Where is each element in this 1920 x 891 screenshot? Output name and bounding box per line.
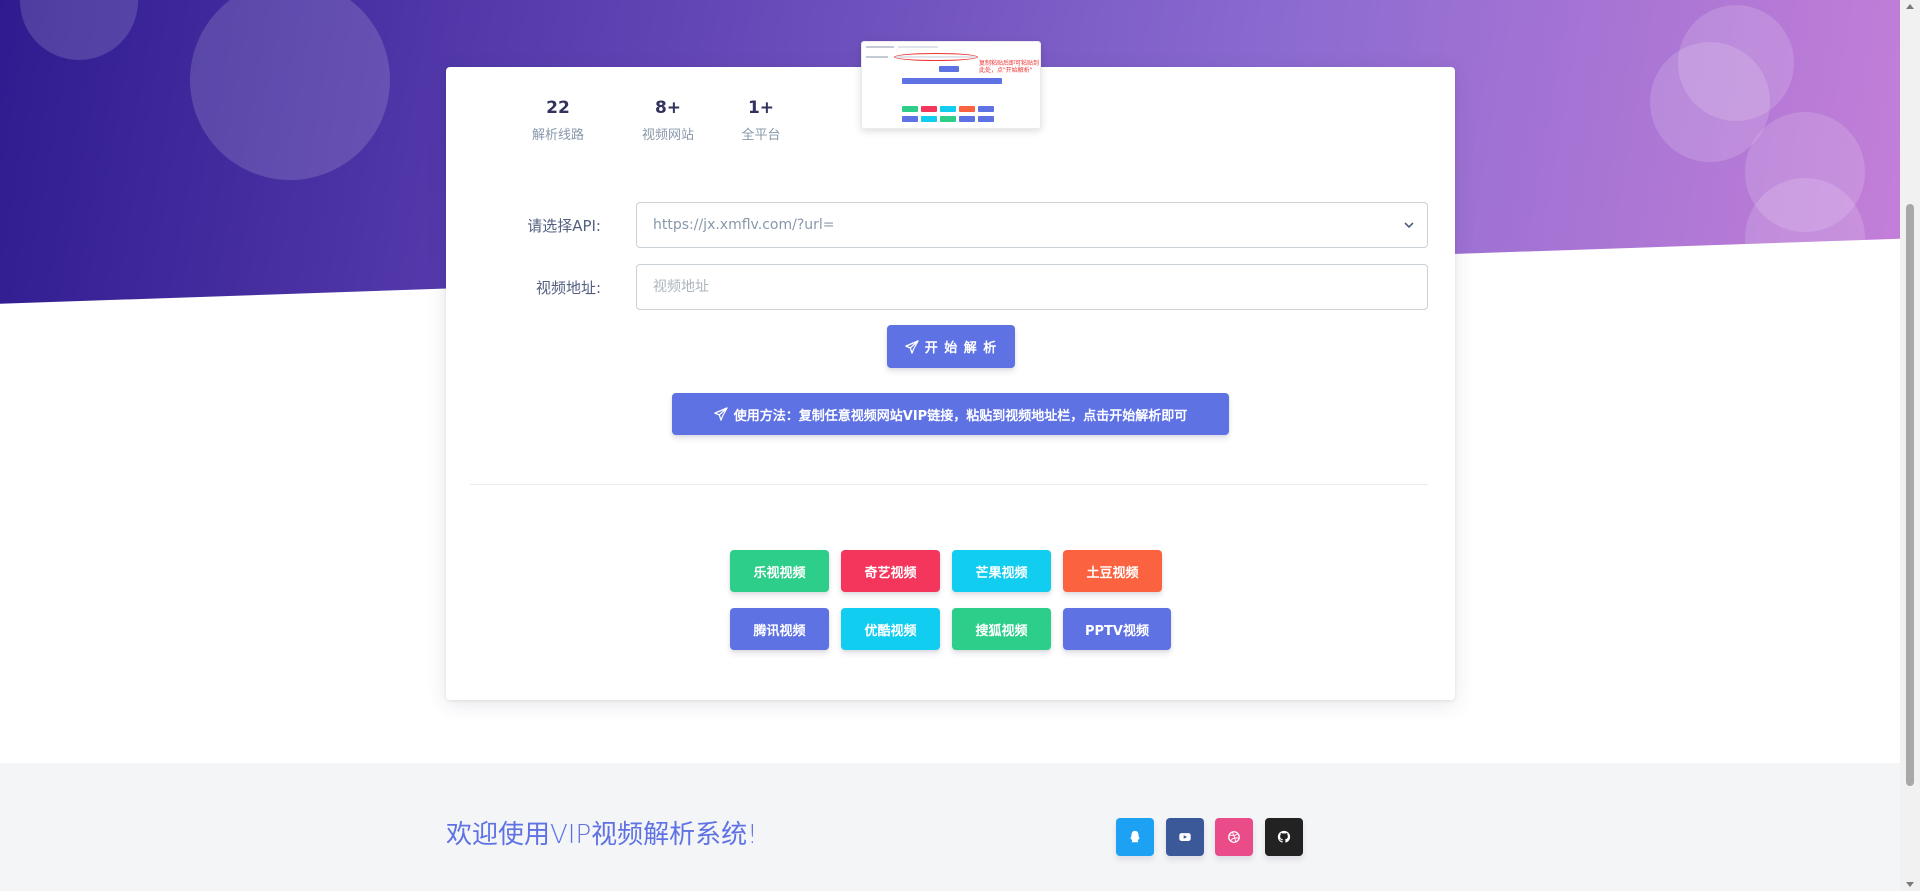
stat-platforms: 1+ 全平台 — [716, 97, 806, 143]
tutorial-note: 复制粘贴后即可粘贴到此处，点"开始解析" — [979, 60, 1040, 74]
site-button-mango[interactable]: 芒果视频 — [952, 550, 1051, 592]
divider — [470, 484, 1428, 485]
stat-lines: 22 解析线路 — [513, 97, 603, 143]
site-button-sohu[interactable]: 搜狐视频 — [952, 608, 1051, 650]
qq-button[interactable] — [1116, 818, 1154, 856]
video-url-input[interactable] — [636, 264, 1428, 310]
paper-plane-icon — [904, 339, 919, 354]
site-button-youku[interactable]: 优酷视频 — [841, 608, 940, 650]
start-parse-button[interactable]: 开 始 解 析 — [887, 325, 1015, 368]
stat-label: 全平台 — [741, 128, 781, 143]
url-label: 视频地址: — [535, 279, 601, 297]
scroll-down-icon[interactable] — [1906, 882, 1914, 887]
stat-value: 1+ — [747, 98, 775, 118]
stat-sites: 8+ 视频网站 — [623, 97, 713, 143]
stat-value: 8+ — [654, 98, 682, 118]
api-select[interactable]: https://jx.xmflv.com/?url= — [636, 202, 1428, 248]
scroll-thumb[interactable] — [1906, 204, 1914, 786]
api-row: 请选择API: https://jx.xmflv.com/?url= — [446, 202, 1455, 248]
decor-bubble — [1678, 5, 1794, 121]
dribbble-icon — [1228, 831, 1240, 843]
page-scrollbar[interactable] — [1900, 0, 1920, 891]
chevron-down-icon — [1404, 222, 1414, 229]
start-parse-label: 开 始 解 析 — [924, 341, 998, 356]
site-button-tudou[interactable]: 土豆视频 — [1063, 550, 1162, 592]
scroll-up-icon[interactable] — [1906, 4, 1914, 9]
site-button-tencent[interactable]: 腾讯视频 — [730, 608, 829, 650]
site-button-pptv[interactable]: PPTV视频 — [1063, 608, 1171, 650]
github-icon — [1277, 830, 1291, 843]
decor-bubble — [1745, 178, 1865, 298]
usage-label: 使用方法：复制任意视频网站VIP链接，粘贴到视频地址栏，点击开始解析即可 — [733, 408, 1188, 424]
stat-label: 解析线路 — [531, 128, 584, 143]
api-label: 请选择API: — [527, 217, 601, 235]
paper-plane-icon — [714, 407, 728, 421]
youtube-icon — [1179, 833, 1191, 841]
decor-bubble — [20, 0, 138, 60]
qq-icon — [1130, 830, 1140, 843]
usage-button[interactable]: 使用方法：复制任意视频网站VIP链接，粘贴到视频地址栏，点击开始解析即可 — [672, 393, 1229, 435]
github-button[interactable] — [1265, 818, 1303, 856]
footer: 欢迎使用VIP视频解析系统! — [0, 763, 1900, 891]
stat-label: 视频网站 — [641, 128, 694, 143]
api-selected-value: https://jx.xmflv.com/?url= — [653, 217, 835, 233]
stat-value: 22 — [546, 98, 570, 118]
dribbble-button[interactable] — [1215, 818, 1253, 856]
youtube-button[interactable] — [1166, 818, 1204, 856]
site-button-letv[interactable]: 乐视视频 — [730, 550, 829, 592]
decor-bubble — [190, 0, 390, 180]
main-card: 22 解析线路 8+ 视频网站 1+ 全平台 请选择API: https://j… — [446, 67, 1455, 700]
site-button-iqiyi[interactable]: 奇艺视频 — [841, 550, 940, 592]
footer-welcome: 欢迎使用VIP视频解析系统! — [446, 820, 758, 850]
url-row: 视频地址: — [446, 264, 1455, 310]
tutorial-thumbnail: 复制粘贴后即可粘贴到此处，点"开始解析" — [861, 41, 1041, 129]
page: 22 解析线路 8+ 视频网站 1+ 全平台 请选择API: https://j… — [0, 0, 1900, 891]
